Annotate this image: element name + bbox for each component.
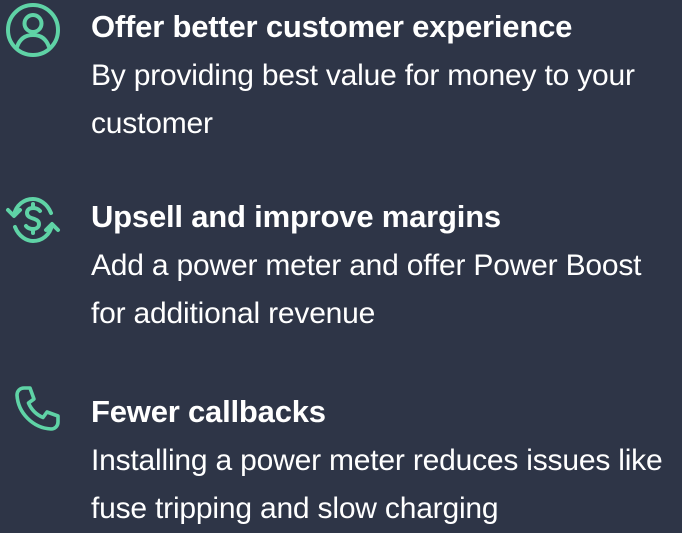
feature-description: Add a power meter and offer Power Boost …	[91, 249, 642, 330]
feature-title: Fewer callbacks	[91, 394, 326, 429]
feature-description: Installing a power meter reduces issues …	[91, 444, 663, 525]
feature-title: Upsell and improve margins	[91, 199, 501, 234]
feature-description: By providing best value for money to you…	[91, 59, 635, 140]
dollar-cycle-icon	[4, 191, 62, 249]
user-circle-icon	[4, 1, 62, 59]
feature-title: Offer better customer experience	[91, 9, 573, 44]
phone-icon	[12, 384, 62, 434]
